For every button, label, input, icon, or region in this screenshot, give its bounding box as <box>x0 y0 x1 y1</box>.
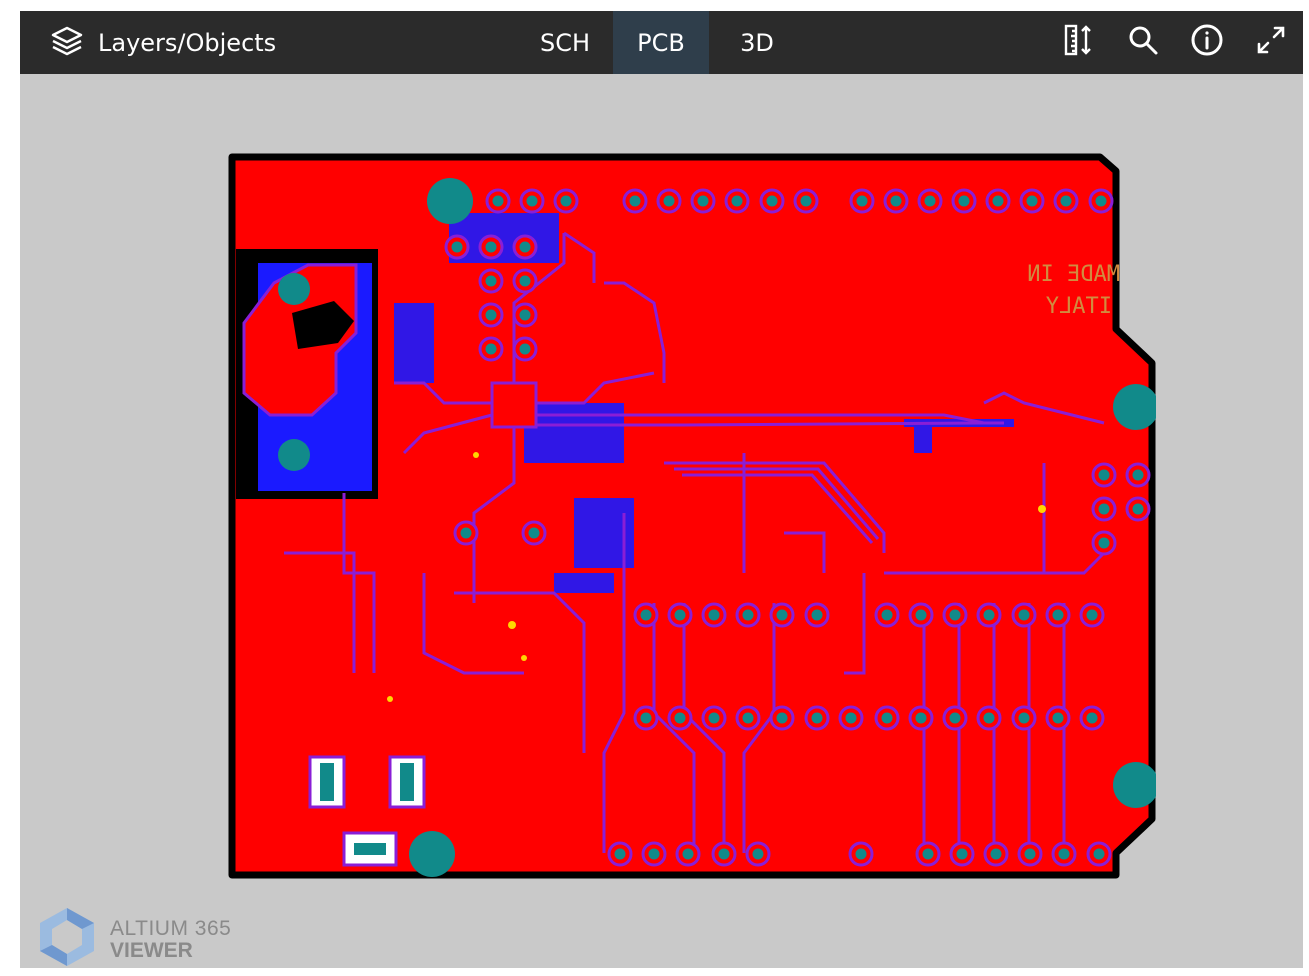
pin-hole <box>983 609 995 621</box>
pin-hole <box>1098 469 1110 481</box>
pin-hole <box>924 195 936 207</box>
pin-hole <box>990 848 1002 860</box>
pin-hole <box>1093 848 1105 860</box>
pcb-board[interactable]: MADE IN ITALY <box>224 153 1156 881</box>
pin-hole <box>528 527 540 539</box>
view-tabs: SCH PCB 3D <box>517 11 805 74</box>
pin-hole <box>1060 195 1072 207</box>
brand-line-1: ALTIUM 365 <box>110 916 232 940</box>
search-icon <box>1127 24 1159 61</box>
pin-hole <box>648 848 660 860</box>
pin-hole <box>492 195 504 207</box>
pin-hole <box>915 609 927 621</box>
pin-hole <box>629 195 641 207</box>
fullscreen-button[interactable] <box>1239 11 1303 74</box>
pin-hole <box>451 241 463 253</box>
tab-pcb[interactable]: PCB <box>613 11 709 74</box>
pin-hole <box>485 241 497 253</box>
pin-hole <box>983 712 995 724</box>
pin-hole <box>752 848 764 860</box>
pin-hole <box>663 195 675 207</box>
pin-hole <box>708 609 720 621</box>
pin-hole <box>718 848 730 860</box>
pin-hole <box>949 609 961 621</box>
toolbar-tools <box>1047 11 1303 74</box>
pin-hole <box>519 275 531 287</box>
pin-hole <box>682 848 694 860</box>
altium-logo-icon <box>36 906 98 973</box>
pin-hole <box>1018 609 1030 621</box>
pin-hole <box>776 712 788 724</box>
fullscreen-icon <box>1255 24 1287 61</box>
pin-hole <box>1132 503 1144 515</box>
pin-hole <box>674 712 686 724</box>
pin-hole <box>1086 609 1098 621</box>
tab-sch[interactable]: SCH <box>517 11 613 74</box>
pin-hole <box>992 195 1004 207</box>
pin-hole <box>485 309 497 321</box>
pin-hole <box>956 848 968 860</box>
pin-hole <box>811 712 823 724</box>
pin-hole <box>1132 469 1144 481</box>
search-button[interactable] <box>1111 11 1175 74</box>
brand-line-2: VIEWER <box>110 938 193 962</box>
pin-hole <box>731 195 743 207</box>
pin-hole <box>1098 537 1110 549</box>
pin-hole <box>1024 848 1036 860</box>
pin-hole <box>1058 848 1070 860</box>
pin-hole <box>485 275 497 287</box>
pin-hole <box>1086 712 1098 724</box>
info-icon <box>1190 23 1224 62</box>
pin-hole <box>640 712 652 724</box>
pin-hole <box>1018 712 1030 724</box>
silkscreen-italy: ITALY <box>1046 294 1112 319</box>
pin-hole <box>811 609 823 621</box>
pin-hole <box>460 527 472 539</box>
pin-hole <box>485 343 497 355</box>
pin-hole <box>1095 195 1107 207</box>
pin-hole <box>890 195 902 207</box>
pin-hole <box>519 343 531 355</box>
pin-hole <box>881 712 893 724</box>
pin-hole <box>742 712 754 724</box>
pin-hole <box>526 195 538 207</box>
pin-hole <box>1026 195 1038 207</box>
pin-hole <box>640 609 652 621</box>
pin-hole <box>949 712 961 724</box>
pin-hole <box>856 195 868 207</box>
measure-icon <box>1062 23 1096 62</box>
pin-hole <box>674 609 686 621</box>
pin-hole <box>560 195 572 207</box>
layers-objects-label: Layers/Objects <box>98 29 277 57</box>
pin-hole <box>958 195 970 207</box>
info-button[interactable] <box>1175 11 1239 74</box>
silkscreen-made-in: MADE IN <box>1027 262 1120 287</box>
pin-hole <box>697 195 709 207</box>
viewer-toolbar: Layers/Objects SCH PCB 3D <box>20 11 1303 74</box>
pin-hole <box>800 195 812 207</box>
pin-hole <box>519 241 531 253</box>
pin-hole <box>1098 503 1110 515</box>
pin-hole <box>1052 712 1064 724</box>
pin-hole <box>915 712 927 724</box>
pin-hole <box>1052 609 1064 621</box>
layers-icon <box>50 24 84 63</box>
pin-hole <box>881 609 893 621</box>
pin-hole <box>708 712 720 724</box>
pin-hole <box>519 309 531 321</box>
pin-hole <box>922 848 934 860</box>
pin-hole <box>742 609 754 621</box>
mcu-chip <box>490 381 538 429</box>
measure-button[interactable] <box>1047 11 1111 74</box>
pin-hole <box>855 848 867 860</box>
pin-hole <box>766 195 778 207</box>
pcb-viewer[interactable]: Layers/Objects SCH PCB 3D MADE IN ITALY … <box>20 11 1303 968</box>
pin-hole <box>614 848 626 860</box>
layers-objects-button[interactable]: Layers/Objects <box>50 23 276 63</box>
pin-hole <box>776 609 788 621</box>
altium-branding: ALTIUM 365 VIEWER <box>36 906 231 973</box>
tab-3d[interactable]: 3D <box>709 11 805 74</box>
pin-hole <box>845 712 857 724</box>
